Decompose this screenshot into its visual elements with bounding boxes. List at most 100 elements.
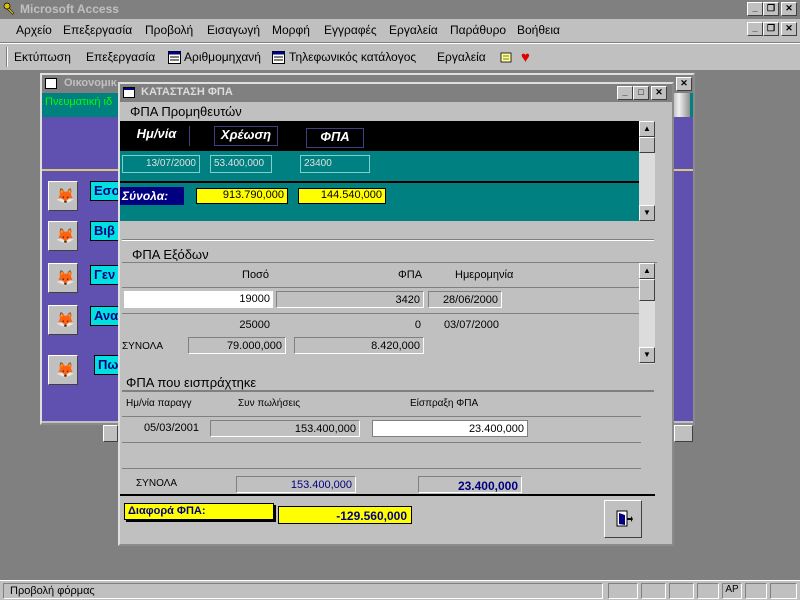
menu-help[interactable]: Βοήθεια — [517, 23, 560, 37]
menu-edit[interactable]: Επεξεργασία — [63, 23, 132, 37]
suppliers-subform: Ημ/νία Χρέωση ΦΠΑ 13/07/2000 53.400,000 … — [120, 121, 655, 221]
expenses-total-amount: 79.000,000 — [188, 337, 286, 354]
status-panel — [745, 583, 767, 599]
divider — [122, 468, 641, 469]
expense-date-field[interactable]: 03/07/2000 — [428, 317, 502, 334]
vat-window-title: ΚΑΤΑΣΤΑΣΗ ΦΠΑ — [141, 86, 233, 98]
doc-minimize-button[interactable]: _ — [747, 22, 763, 36]
restore-button[interactable]: ❐ — [763, 2, 779, 16]
expenses-scrollbar[interactable]: ▲ ▼ — [639, 263, 655, 364]
menu-file[interactable]: Αρχείο — [16, 23, 52, 37]
fox-button-5[interactable]: 🦊 — [48, 355, 78, 385]
collected-col-date: Ημ/νία παραγγ — [126, 398, 192, 409]
status-panel — [608, 583, 638, 599]
copyright-text: Πνευματική ιδ — [45, 96, 113, 108]
divider — [120, 494, 655, 496]
expenses-total-vat: 8.420,000 — [294, 337, 424, 354]
heart-icon[interactable]: ♥ — [521, 49, 530, 66]
fox-icon: 🦊 — [56, 362, 75, 379]
collected-totals-label: ΣΥΝΟΛΑ — [136, 478, 178, 489]
menu-format[interactable]: Μορφή — [272, 23, 310, 37]
scroll-up-arrow[interactable]: ▲ — [639, 121, 655, 137]
menu-label-2[interactable]: Βιβ — [90, 221, 119, 241]
phonebook-button[interactable]: Τηλεφωνικός κατάλογος — [289, 50, 416, 64]
supplier-date-field[interactable]: 13/07/2000 — [122, 155, 200, 173]
caps-indicator: ΑΡ — [722, 583, 742, 599]
menu-window[interactable]: Παράθυρο — [450, 23, 506, 37]
vat-minimize-button[interactable]: _ — [617, 86, 633, 100]
status-panel — [641, 583, 666, 599]
suppliers-heading: ΦΠΑ Προμηθευτών — [130, 104, 242, 119]
fox-button-2[interactable]: 🦊 — [48, 221, 78, 251]
supplier-vat-field[interactable]: 23400 — [300, 155, 370, 173]
vat-difference-value: -129.560,000 — [278, 506, 412, 524]
collected-date-field[interactable]: 05/03/2001 — [126, 420, 202, 437]
scroll-down-arrow[interactable]: ▼ — [639, 205, 655, 221]
supplier-charge-field[interactable]: 53.400,000 — [210, 155, 272, 173]
menu-insert[interactable]: Εισαγωγή — [207, 23, 260, 37]
vat-maximize-button[interactable]: □ — [633, 86, 649, 100]
menu-view[interactable]: Προβολή — [145, 23, 193, 37]
fox-button-3[interactable]: 🦊 — [48, 263, 78, 293]
col-vat-header: ΦΠΑ — [306, 128, 364, 148]
doc-close-button[interactable]: ✕ — [781, 22, 797, 36]
tools-button[interactable]: Εργαλεία — [437, 50, 486, 64]
collected-col-sales: Συν πωλήσεις — [238, 398, 301, 409]
bg-window-stub-left — [103, 425, 118, 442]
suppliers-total-charge: 913.790,000 — [196, 188, 288, 204]
menu-records[interactable]: Εγγραφές — [324, 23, 377, 37]
print-button[interactable]: Εκτύπωση — [14, 50, 71, 64]
toolbar: Εκτύπωση Επεξεργασία Αριθμομηχανή Τηλεφω… — [0, 43, 800, 71]
close-button[interactable]: ✕ — [781, 2, 797, 16]
status-panel — [697, 583, 719, 599]
doc-restore-button[interactable]: ❐ — [763, 22, 779, 36]
calculator-button[interactable]: Αριθμομηχανή — [184, 50, 261, 64]
minimize-button[interactable]: _ — [747, 2, 763, 16]
expense-vat-field[interactable]: 3420 — [276, 291, 424, 308]
status-panel — [770, 583, 797, 599]
divider — [122, 287, 641, 288]
suppliers-header: Ημ/νία Χρέωση ΦΠΑ — [120, 121, 639, 151]
expense-amount-field[interactable]: 19000 — [124, 291, 273, 308]
menu-bar: Αρχείο Επεξεργασία Προβολή Εισαγωγή Μορφ… — [0, 19, 800, 43]
scroll-down-arrow[interactable]: ▼ — [639, 347, 655, 363]
divider — [122, 442, 641, 443]
fox-button-4[interactable]: 🦊 — [48, 305, 78, 335]
vat-status-window: ΚΑΤΑΣΤΑΣΗ ΦΠΑ _ □ ✕ ΦΠΑ Προμηθευτών Ημ/ν… — [118, 82, 674, 546]
expenses-subform: Ποσό ΦΠΑ Ημερομηνία 19000 3420 28/06/200… — [122, 262, 657, 364]
expense-amount-field[interactable]: 25000 — [124, 317, 273, 334]
suppliers-separator — [120, 181, 639, 183]
expenses-heading: ΦΠΑ Εξόδων — [132, 247, 209, 262]
status-bar: Προβολή φόρμας ΑΡ — [0, 580, 800, 600]
notepad-icon[interactable] — [500, 51, 513, 67]
collected-subform: Ημ/νία παραγγ Συν πωλήσεις Είσπραξη ΦΠΑ … — [122, 390, 654, 493]
key-icon — [3, 2, 17, 19]
scroll-up-arrow[interactable]: ▲ — [639, 263, 655, 279]
scroll-thumb[interactable] — [639, 279, 655, 301]
collected-sales-field[interactable]: 153.400,000 — [210, 420, 360, 437]
exit-button[interactable] — [604, 500, 642, 538]
app-title: Microsoft Access — [20, 2, 119, 16]
background-form-title: Οικονομικ — [64, 77, 117, 89]
menu-tools[interactable]: Εργαλεία — [389, 23, 438, 37]
expense-date-field[interactable]: 28/06/2000 — [428, 291, 502, 308]
expense-vat-field[interactable]: 0 — [276, 317, 424, 334]
edit-button[interactable]: Επεξεργασία — [86, 50, 155, 64]
menu-label-3[interactable]: Γεν — [90, 265, 120, 285]
toolbar-grip — [6, 47, 8, 67]
vat-close-button[interactable]: ✕ — [651, 86, 667, 100]
suppliers-total-vat: 144.540,000 — [298, 188, 386, 204]
fox-button-1[interactable]: 🦊 — [48, 181, 78, 211]
collected-col-collect: Είσπραξη ΦΠΑ — [410, 398, 479, 409]
suppliers-scrollbar[interactable]: ▲ ▼ — [639, 121, 655, 221]
section-divider — [122, 239, 654, 241]
collected-total-sales: 153.400,000 — [236, 476, 356, 493]
scroll-thumb[interactable] — [639, 137, 655, 153]
status-text: Προβολή φόρμας — [3, 583, 603, 599]
fox-icon: 🦊 — [56, 188, 75, 205]
bg-close-button[interactable]: ✕ — [676, 77, 692, 91]
exit-door-icon — [615, 510, 633, 531]
collected-vat-field[interactable]: 23.400,000 — [372, 420, 528, 437]
divider — [122, 416, 641, 417]
form-icon — [45, 78, 57, 89]
